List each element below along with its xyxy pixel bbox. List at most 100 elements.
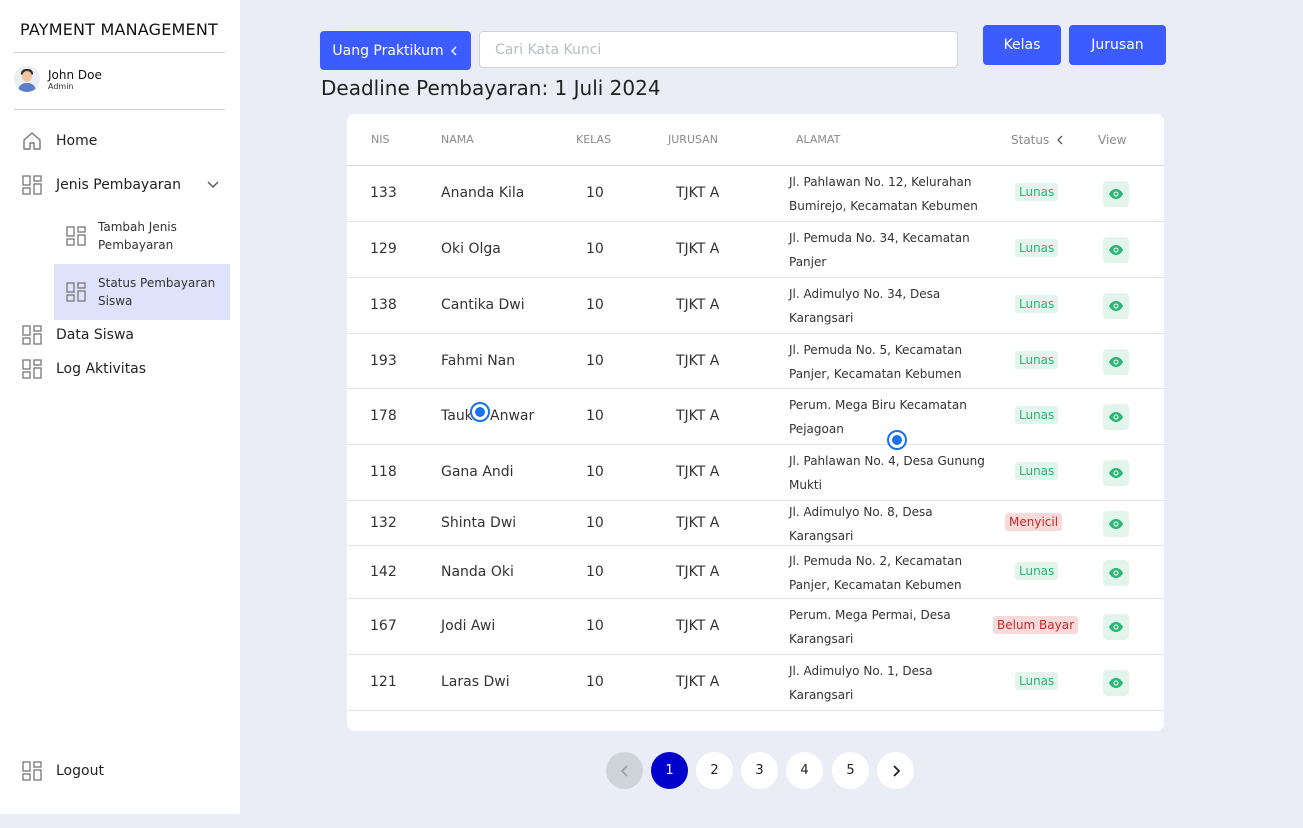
table-row: 142 Nanda Oki 10 TJKT A Jl. Pemuda No. 2, Ke…: [347, 546, 1164, 599]
status-badge: Belum Bayar: [993, 616, 1079, 634]
cell-nis: 138: [370, 297, 397, 313]
chevron-right-icon: [892, 764, 900, 777]
divider: [14, 52, 225, 53]
view-button[interactable]: [1103, 559, 1129, 586]
column-header-alamat[interactable]: ALAMAT: [796, 133, 840, 146]
page-button[interactable]: 3: [741, 752, 778, 789]
cell-alamat: Jl. Pemuda No. 5, Kecamatan Panjer, Keca…: [789, 342, 963, 381]
chevron-left-icon: [620, 764, 628, 777]
cell-nama: Ananda Kila: [441, 185, 525, 201]
cell-kelas: 10: [586, 352, 604, 369]
eye-icon: [1109, 468, 1123, 478]
page-button[interactable]: 5: [832, 752, 869, 789]
cell-nis: 193: [370, 352, 397, 369]
cell-kelas: 10: [586, 185, 604, 201]
cell-nis: 118: [370, 464, 397, 480]
cell-jurusan: TJKT A: [676, 514, 720, 531]
user-profile[interactable]: John Doe Admin: [14, 66, 102, 92]
sidebar-item-data-siswa[interactable]: Data Siswa: [22, 325, 134, 345]
view-button[interactable]: [1103, 460, 1129, 486]
view-button[interactable]: [1103, 181, 1129, 207]
view-button[interactable]: [1103, 404, 1129, 430]
cell-nis: 142: [370, 563, 397, 580]
view-button[interactable]: [1103, 510, 1129, 537]
column-header-nis[interactable]: NIS: [371, 133, 389, 146]
grid-icon: [66, 282, 86, 302]
sidebar-item-tambah-jenis[interactable]: Tambah Jenis Pembayaran: [54, 208, 230, 264]
cell-kelas: 10: [586, 563, 604, 580]
cell-alamat: Jl. Pahlawan No. 12, Kelurahan Bumirejo,…: [789, 175, 978, 213]
cell-nama: Cantika Dwi: [441, 297, 525, 313]
cell-nis: 121: [370, 674, 397, 690]
table-row: 118 Gana Andi 10 TJKT A Jl. Pahlawan No. 4, …: [347, 445, 1164, 501]
cell-alamat: Perum. Mega Biru Kecamatan Pejagoan: [789, 398, 967, 436]
sidebar-item-label: Log Aktivitas: [56, 361, 147, 377]
cell-nama: Shinta Dwi: [441, 514, 517, 531]
eye-icon: [1109, 412, 1123, 422]
avatar: [14, 66, 40, 92]
cell-kelas: 10: [586, 297, 604, 313]
eye-icon: [1109, 567, 1123, 578]
cell-alamat: Jl. Adimulyo No. 1, Desa Karangsari: [789, 664, 933, 702]
status-badge: Menyicil: [1005, 512, 1063, 531]
sidebar-item-home[interactable]: Home: [22, 131, 97, 151]
search-input[interactable]: [479, 31, 958, 68]
cell-jurusan: TJKT A: [676, 241, 720, 257]
cell-jurusan: TJKT A: [676, 408, 720, 424]
cell-jurusan: TJKT A: [676, 352, 720, 369]
cell-jurusan: TJKT A: [676, 563, 720, 580]
column-header-status[interactable]: Status: [1011, 133, 1049, 147]
cell-kelas: 10: [586, 618, 604, 634]
status-badge: Lunas: [1015, 350, 1059, 369]
eye-icon: [1109, 189, 1123, 199]
payment-type-dropdown[interactable]: Uang Praktikum: [320, 31, 471, 70]
cell-kelas: 10: [586, 241, 604, 257]
eye-icon: [1109, 678, 1123, 688]
eye-icon: [1109, 622, 1123, 632]
table-row: 129 Oki Olga 10 TJKT A Jl. Pemuda No. 34, Ke…: [347, 222, 1164, 278]
eye-icon: [1109, 245, 1123, 255]
table-row: 193 Fahmi Nan 10 TJKT A Jl. Pemuda No. 5, Ke…: [347, 334, 1164, 389]
home-icon: [23, 132, 41, 150]
next-page-button[interactable]: [877, 752, 914, 789]
view-button[interactable]: [1103, 614, 1129, 640]
view-button[interactable]: [1103, 670, 1129, 696]
page-button[interactable]: 1: [651, 752, 688, 789]
sidebar-item-log-aktivitas[interactable]: Log Aktivitas: [22, 359, 146, 379]
cell-nis: 167: [370, 618, 397, 634]
cell-nis: 132: [370, 514, 397, 531]
view-button[interactable]: [1103, 348, 1129, 375]
column-header-jurusan[interactable]: JURUSAN: [668, 133, 718, 146]
table-row: 167 Jodi Awi 10 TJKT A Perum. Mega Permai, D…: [347, 599, 1164, 655]
cell-alamat: Jl. Adimulyo No. 34, Desa Karangsari: [789, 287, 941, 325]
sidebar-item-logout[interactable]: Logout: [22, 761, 104, 781]
sidebar-item-jenis-pembayaran[interactable]: Jenis Pembayaran: [22, 175, 181, 195]
cell-nis: 178: [370, 408, 397, 424]
cell-nis: 133: [370, 185, 397, 201]
cell-nama: Laras Dwi: [441, 674, 510, 690]
cell-nis: 129: [370, 241, 397, 257]
grid-icon: [22, 175, 42, 195]
page-button[interactable]: 2: [696, 752, 733, 789]
cell-nama: Gana Andi: [441, 464, 514, 480]
view-button[interactable]: [1103, 293, 1129, 319]
status-badge: Lunas: [1015, 239, 1059, 257]
click-marker: [470, 402, 490, 422]
status-badge: Lunas: [1015, 561, 1059, 580]
column-header-kelas[interactable]: KELAS: [576, 133, 611, 146]
prev-page-button[interactable]: [606, 752, 643, 789]
cell-nama: Oki Olga: [441, 241, 501, 257]
sidebar-item-label: Logout: [56, 763, 104, 779]
column-header-nama[interactable]: NAMA: [441, 133, 474, 146]
jurusan-button[interactable]: Jurusan: [1069, 25, 1166, 65]
chevron-left-icon[interactable]: [1055, 134, 1065, 146]
app-title: PAYMENT MANAGEMENT: [20, 20, 218, 39]
page-button[interactable]: 4: [786, 752, 823, 789]
table-row: 178 Taukid Anwar 10 TJKT A Perum. Mega Biru …: [347, 389, 1164, 445]
chevron-down-icon[interactable]: [206, 180, 220, 190]
grid-icon: [22, 359, 42, 379]
kelas-button[interactable]: Kelas: [983, 25, 1061, 65]
view-button[interactable]: [1103, 237, 1129, 263]
cell-kelas: 10: [586, 464, 604, 480]
sidebar-item-status-pembayaran[interactable]: Status Pembayaran Siswa: [54, 264, 230, 320]
